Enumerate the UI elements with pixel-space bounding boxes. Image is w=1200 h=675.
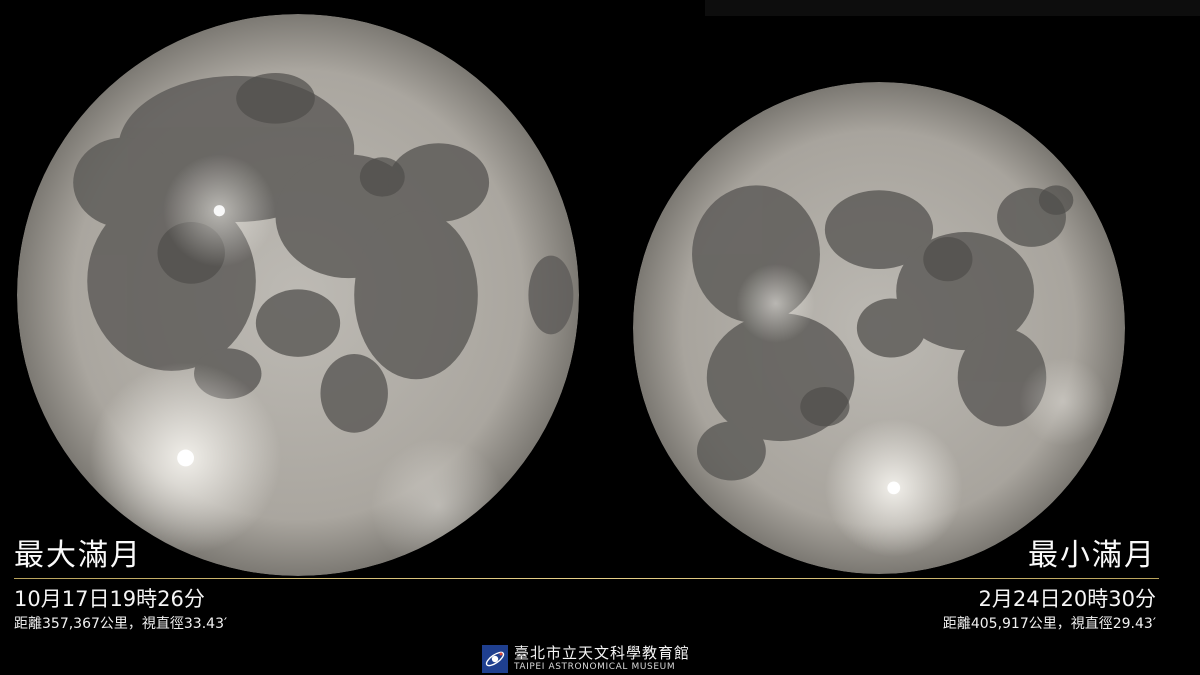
min-moon-datetime: 2月24日20時30分 — [978, 587, 1156, 611]
supermoon-image — [17, 14, 579, 576]
museum-name: 臺北市立天文科學教育館 — [514, 644, 691, 662]
max-moon-datetime: 10月17日19時26分 — [14, 587, 205, 611]
museum-logo: 臺北市立天文科學教育館 TAIPEI ASTRONOMICAL MUSEUM — [482, 643, 690, 675]
top-band — [705, 0, 1200, 16]
museum-name-english: TAIPEI ASTRONOMICAL MUSEUM — [514, 662, 676, 672]
min-moon-details: 距離405,917公里，視直徑29.43′ — [942, 616, 1156, 632]
supermoon-illustration — [17, 14, 579, 576]
gold-divider-line — [14, 578, 1159, 579]
min-moon-title: 最小滿月 — [1028, 538, 1156, 573]
micromoon-image — [633, 82, 1125, 574]
max-moon-title: 最大滿月 — [14, 538, 142, 573]
micromoon-illustration — [633, 82, 1125, 574]
max-moon-details: 距離357,367公里，視直徑33.43′ — [14, 616, 228, 632]
planet-orbit-logo-icon — [482, 645, 508, 673]
